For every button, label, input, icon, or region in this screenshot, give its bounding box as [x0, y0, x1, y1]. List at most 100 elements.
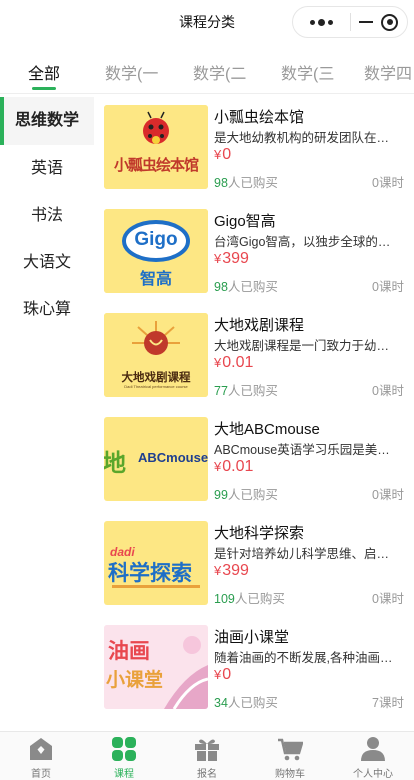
price-value: 0.01 [222, 458, 254, 475]
tab-label: 数学(一 [105, 66, 159, 83]
course-card[interactable]: 地 ABCmouse 大地ABCmouse ABCmouse英语学习乐园是美… … [104, 417, 404, 502]
sidebar-item-chinese[interactable]: 大语文 [0, 239, 94, 287]
sidebar-item-label: 思维数学 [14, 112, 79, 129]
course-thumbnail: 小瓢虫绘本馆 [104, 105, 208, 189]
tabbar-item-cart[interactable]: 购物车 [249, 732, 331, 780]
tab-label: 全部 [28, 66, 61, 83]
course-price: ¥0 [214, 666, 231, 684]
sidebar-item-thinking-math[interactable]: 思维数学 [0, 97, 94, 145]
course-title: 大地戏剧课程 [214, 317, 305, 334]
minimize-icon [359, 21, 374, 23]
tab-math-4[interactable]: 数学四 [364, 60, 412, 90]
course-lessons: 7课时 [372, 696, 404, 710]
course-thumbnail: dadi 科学探索 [104, 521, 208, 605]
buyers-count: 109 [214, 592, 235, 606]
course-lessons: 0课时 [372, 488, 404, 502]
course-thumbnail: 油画 小课堂 [104, 625, 208, 709]
course-thumbnail: 地 ABCmouse [104, 417, 208, 501]
course-lessons: 0课时 [372, 592, 404, 606]
course-card[interactable]: 小瓢虫绘本馆 小瓢虫绘本馆 是大地幼教机构的研发团队在… ¥0 98人已购买 0… [104, 105, 404, 191]
price-value: 0 [222, 146, 232, 163]
tabbar-label: 首页 [31, 769, 51, 780]
course-card[interactable]: 油画 小课堂 油画小课堂 随着油画的不断发展,各种油画… ¥0 34人已购买 7… [104, 625, 404, 711]
user-icon [361, 737, 385, 761]
course-buyers: 34人已购买 [214, 692, 278, 711]
currency-symbol: ¥ [214, 563, 222, 578]
course-card[interactable]: Gigo 智高 Gigo智高 台湾Gigo智高，以独步全球的… ¥399 98人… [104, 209, 404, 295]
course-price: ¥399 [214, 562, 249, 580]
price-value: 0.01 [222, 354, 254, 371]
sidebar-item-label: 英语 [30, 160, 63, 177]
tab-label: 数学(二 [193, 66, 247, 83]
currency-symbol: ¥ [214, 459, 222, 474]
thumbnail-text: ABCmouse [138, 450, 208, 465]
sidebar-item-abacus[interactable]: 珠心算 [0, 286, 94, 334]
thumbnail-text: 大地戏剧课程 [121, 372, 191, 384]
thumbnail-subtext: 智高 [139, 271, 172, 288]
course-lessons: 0课时 [372, 384, 404, 398]
course-list: 小瓢虫绘本馆 小瓢虫绘本馆 是大地幼教机构的研发团队在… ¥0 98人已购买 0… [94, 95, 414, 731]
bottom-tab-bar: 首页 课程 报名 购物车 个人中心 [0, 731, 414, 780]
course-lessons: 0课时 [372, 280, 404, 294]
buyers-suffix: 人已购买 [227, 384, 278, 398]
currency-symbol: ¥ [214, 355, 222, 370]
tabbar-item-profile[interactable]: 个人中心 [332, 732, 414, 780]
grid-icon [112, 737, 136, 761]
course-buyers: 98人已购买 [214, 276, 278, 295]
navigation-bar: 课程分类 [0, 0, 414, 44]
buyers-suffix: 人已购买 [227, 488, 278, 502]
course-price: ¥0.01 [214, 458, 253, 476]
course-card[interactable]: 大地戏剧课程 Dadi Theatrical performance cours… [104, 313, 404, 398]
close-target-icon [381, 13, 399, 31]
tab-label: 数学(三 [281, 66, 335, 83]
buyers-suffix: 人已购买 [227, 696, 278, 710]
thumbnail-text: 油画 [108, 640, 150, 663]
active-sidebar-indicator [0, 97, 4, 145]
thumbnail-text: Gigo [134, 229, 178, 250]
course-description: ABCmouse英语学习乐园是美… [214, 443, 390, 457]
tab-math-2[interactable]: 数学(二 [193, 60, 246, 90]
thumbnail-subtext: 地 [104, 450, 126, 477]
price-value: 0 [222, 666, 232, 683]
tabbar-item-courses[interactable]: 课程 [83, 732, 165, 780]
gift-icon [195, 739, 219, 761]
course-buyers: 98人已购买 [214, 172, 278, 191]
course-title: 油画小课堂 [214, 629, 290, 646]
category-tabs: 全部 数学(一 数学(二 数学(三 数学四 [0, 44, 414, 94]
sidebar-item-english[interactable]: 英语 [0, 145, 94, 193]
course-buyers: 109人已购买 [214, 588, 285, 607]
tab-label: 数学四 [364, 66, 413, 83]
course-price: ¥0.01 [214, 354, 253, 372]
minimize-close-button[interactable] [350, 7, 407, 37]
course-description: 大地戏剧课程是一门致力于幼… [214, 339, 390, 353]
course-category-page: 课程分类 全部 数学(一 数学(二 数学(三 数学四 思维数学 英语 书法 大语… [0, 0, 414, 780]
buyers-count: 34 [214, 696, 228, 710]
thumbnail-text: 科学探索 [108, 562, 192, 585]
cart-icon [278, 738, 303, 761]
currency-symbol: ¥ [214, 667, 222, 682]
more-button[interactable] [293, 7, 350, 37]
tab-math-3[interactable]: 数学(三 [281, 60, 334, 90]
course-card[interactable]: dadi 科学探索 大地科学探索 是针对培养幼儿科学思维、启… ¥399 109… [104, 521, 404, 607]
course-price: ¥399 [214, 250, 249, 268]
buyers-suffix: 人已购买 [227, 176, 278, 190]
course-title: 大地科学探索 [214, 525, 305, 542]
home-icon [30, 738, 52, 760]
tabbar-item-signup[interactable]: 报名 [166, 732, 248, 780]
course-description: 随着油画的不断发展,各种油画… [214, 651, 393, 665]
tab-math-1[interactable]: 数学(一 [105, 60, 158, 90]
buyers-count: 98 [214, 280, 228, 294]
thumbnail-decoration [112, 585, 200, 588]
tabbar-label: 报名 [197, 769, 217, 780]
sidebar-item-label: 大语文 [22, 254, 71, 271]
thumbnail-subtext: 小课堂 [106, 670, 164, 691]
sidebar-item-calligraphy[interactable]: 书法 [0, 192, 94, 240]
buyers-count: 77 [214, 384, 228, 398]
buyers-suffix: 人已购买 [234, 592, 285, 606]
tabbar-label: 课程 [114, 769, 134, 780]
course-title: 大地ABCmouse [214, 421, 320, 438]
course-lessons: 0课时 [372, 176, 404, 190]
tabbar-item-home[interactable]: 首页 [0, 732, 82, 780]
mini-program-capsule [292, 6, 408, 38]
tab-all[interactable]: 全部 [28, 60, 60, 90]
